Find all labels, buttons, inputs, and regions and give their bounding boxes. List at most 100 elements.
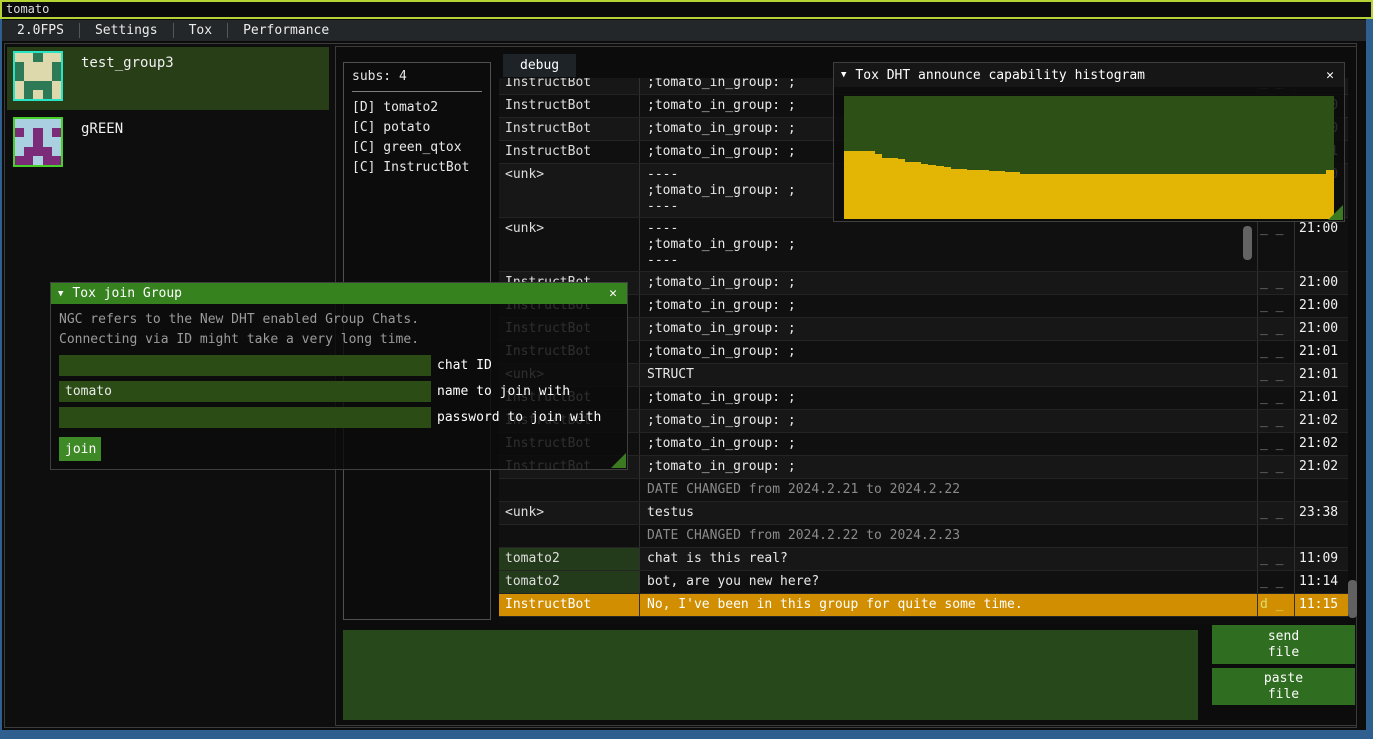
histogram-bar [1250,174,1258,220]
join-field-row: chat ID [59,355,619,376]
message-text: ;tomato_in_group: ; [639,456,1257,478]
app-root: tomato 2.0FPSSettingsToxPerformance test… [0,0,1373,739]
collapse-icon[interactable]: ▼ [841,70,846,80]
dht-histogram-window: ▼ Tox DHT announce capability histogram … [833,62,1345,222]
join-fields: chat ID name to join with password to jo… [59,355,619,428]
message-cell-scrollbar[interactable] [1243,226,1252,260]
group-list-item-gREEN[interactable]: gREEN [7,113,329,176]
os-frame-left [0,19,2,739]
join-input-chat-ID[interactable] [59,355,431,376]
subs-header: subs: 4 [352,69,482,84]
histogram-bar [1066,174,1074,220]
histogram-bar [1204,174,1212,220]
histogram-bar [1028,174,1036,220]
join-button[interactable]: join [59,437,101,461]
send-file-button[interactable]: send file [1212,625,1355,664]
subs-member-green_qtox[interactable]: [C] green_qtox [352,138,482,158]
histogram-bar [1074,174,1082,220]
menu-item-settings[interactable]: Settings [80,20,173,41]
join-group-window: ▼ Tox join Group ✕ NGC refers to the New… [50,282,628,470]
histogram-bar [905,162,913,219]
date-changed-row[interactable]: DATE CHANGED from 2024.2.21 to 2024.2.22 [499,479,1348,502]
message-input[interactable] [343,630,1198,720]
tab-debug[interactable]: debug [503,54,576,77]
group-name: gREEN [81,121,123,137]
histogram-bar [1097,174,1105,220]
histogram-bar [997,171,1005,219]
join-field-label: name to join with [437,384,570,399]
histogram-bar [1058,174,1066,220]
chat-scrollbar-thumb[interactable] [1348,580,1357,618]
resize-grip-icon[interactable] [611,453,626,468]
message-text: DATE CHANGED from 2024.2.22 to 2024.2.23 [639,525,1257,547]
chat-scrollbar[interactable] [1348,78,1357,624]
menu-item-tox[interactable]: Tox [174,20,227,41]
subs-member-InstructBot[interactable]: [C] InstructBot [352,158,482,178]
histogram-bar [1143,174,1151,220]
histogram-bar [1280,174,1288,220]
join-hint-line2: Connecting via ID might take a very long… [59,330,619,350]
message-receipt-marks [1257,525,1294,547]
subs-member-list: [D] tomato2[C] potato[C] green_qtox[C] I… [352,98,482,178]
message-timestamp: 21:00 [1294,295,1348,317]
message-receipt-marks: _ _ [1257,433,1294,455]
histogram-bar [1181,174,1189,220]
message-timestamp: 21:00 [1294,218,1348,271]
message-text: ;tomato_in_group: ; [639,387,1257,409]
message-text: STRUCT [639,364,1257,386]
histogram-bar [1219,174,1227,220]
menu-item-2.0fps[interactable]: 2.0FPS [2,20,79,41]
message-text: bot, are you new here? [639,571,1257,593]
dht-histogram-titlebar[interactable]: ▼ Tox DHT announce capability histogram … [834,63,1344,87]
message-text: ;tomato_in_group: ; [639,341,1257,363]
histogram-bar [1273,174,1281,220]
subs-member-tomato2[interactable]: [D] tomato2 [352,98,482,118]
message-sender: <unk> [499,502,639,524]
close-icon[interactable]: ✕ [1323,68,1337,83]
os-frame-bottom [0,730,1373,739]
message-timestamp: 21:00 [1294,272,1348,294]
join-input-password-to-join-with[interactable] [59,407,431,428]
close-icon[interactable]: ✕ [606,286,620,301]
message-receipt-marks: _ _ [1257,571,1294,593]
message-timestamp [1294,525,1348,547]
chat-message-row[interactable]: <unk> testus _ _ 23:38 [499,502,1348,525]
chat-message-row[interactable]: InstructBot No, I've been in this group … [499,594,1348,617]
resize-grip-icon[interactable] [1328,205,1343,220]
message-sender: tomato2 [499,571,639,593]
collapse-icon[interactable]: ▼ [58,289,63,299]
subs-member-potato[interactable]: [C] potato [352,118,482,138]
histogram-bar [1112,174,1120,220]
join-group-titlebar[interactable]: ▼ Tox join Group ✕ [51,283,627,304]
histogram-bar [1081,174,1089,220]
group-avatar [13,117,63,167]
histogram-bar [1043,174,1051,220]
join-input-name-to-join-with[interactable] [59,381,431,402]
subs-separator [352,91,482,92]
message-sender: <unk> [499,218,639,271]
group-list-item-test_group3[interactable]: test_group3 [7,47,329,110]
message-receipt-marks [1257,479,1294,501]
menu-item-performance[interactable]: Performance [228,20,344,41]
join-group-title: Tox join Group [72,286,182,301]
group-name: test_group3 [81,55,174,71]
message-sender: InstructBot [499,594,639,616]
histogram-bar [859,151,867,219]
paste-file-button[interactable]: paste file [1212,668,1355,705]
histogram-bar [921,164,929,219]
message-receipt-marks: _ _ [1257,548,1294,570]
message-receipt-marks: _ _ [1257,218,1294,271]
chat-message-row[interactable]: tomato2 bot, are you new here? _ _ 11:14 [499,571,1348,594]
message-timestamp: 21:01 [1294,341,1348,363]
message-timestamp: 21:01 [1294,364,1348,386]
date-changed-row[interactable]: DATE CHANGED from 2024.2.22 to 2024.2.23 [499,525,1348,548]
histogram-bar [1189,174,1197,220]
histogram-bar [1005,172,1013,219]
chat-message-row[interactable]: <unk> ---- ;tomato_in_group: ; ---- _ _ … [499,218,1348,272]
histogram-bar [1242,174,1250,220]
histogram-bar [1288,174,1296,220]
histogram-bar [936,166,944,219]
histogram-bar [844,151,852,219]
message-timestamp: 21:02 [1294,433,1348,455]
chat-message-row[interactable]: tomato2 chat is this real? _ _ 11:09 [499,548,1348,571]
